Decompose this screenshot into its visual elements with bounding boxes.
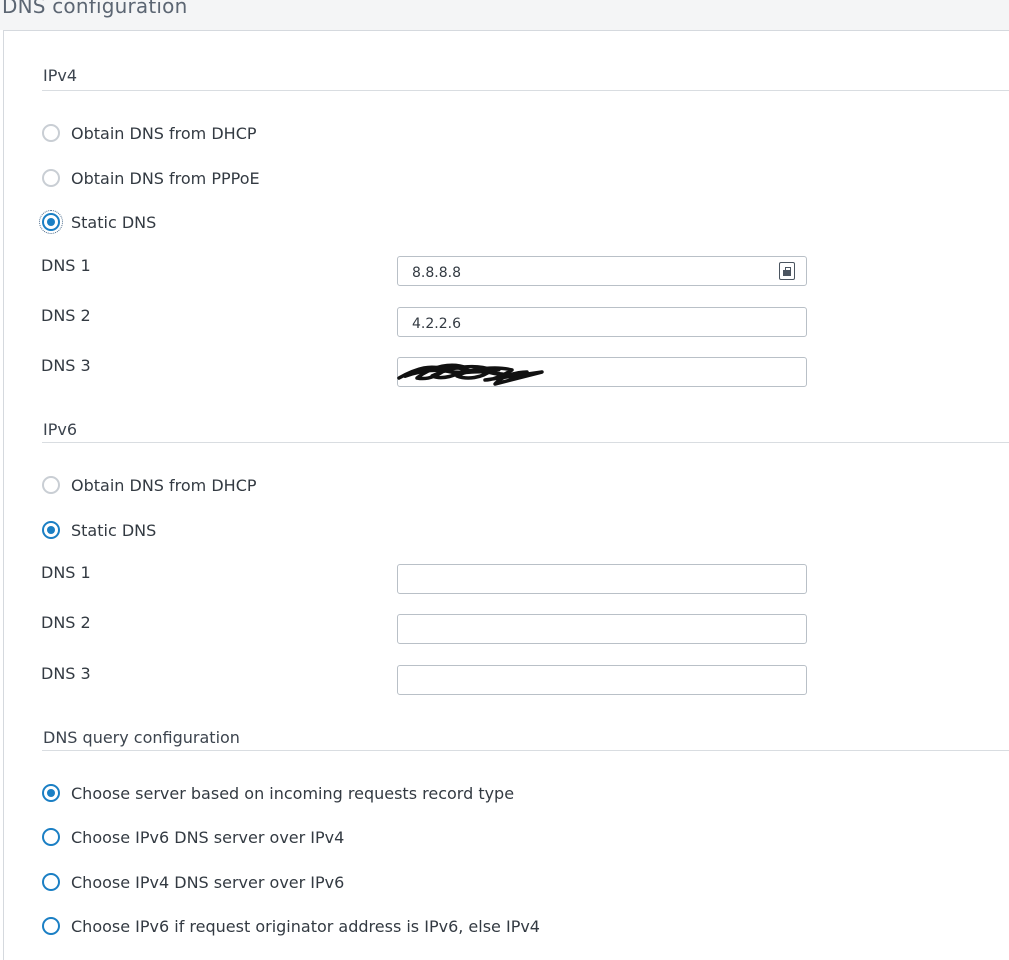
ipv6-dns2-label: DNS 2 — [41, 613, 91, 632]
ipv4-static-label: Static DNS — [71, 212, 157, 232]
page-title: DNS configuration — [2, 0, 188, 18]
title-bar: DNS configuration — [0, 0, 1009, 30]
ipv6-dns1-label: DNS 1 — [41, 563, 91, 582]
ipv4-option-static[interactable]: Static DNS — [39, 210, 157, 234]
query-originator-label: Choose IPv6 if request originator addres… — [71, 916, 540, 936]
ipv4-static-radio[interactable] — [39, 210, 63, 234]
query-ipv4-over-ipv6-radio[interactable] — [42, 873, 60, 891]
ipv4-dns1-input[interactable] — [397, 256, 807, 286]
ipv4-dns1-label: DNS 1 — [41, 256, 91, 275]
ipv4-dns3-input[interactable] — [397, 357, 807, 387]
ipv6-section-divider — [42, 442, 1009, 443]
query-ipv6-over-ipv4-label: Choose IPv6 DNS server over IPv4 — [71, 827, 345, 847]
ipv4-section-divider — [42, 90, 1009, 91]
ipv6-option-static[interactable]: Static DNS — [42, 519, 156, 541]
ipv4-dhcp-radio[interactable] — [42, 124, 60, 142]
ipv4-dns2-label: DNS 2 — [41, 306, 91, 325]
dns-query-section-title: DNS query configuration — [43, 728, 240, 747]
ipv4-pppoe-radio[interactable] — [42, 169, 60, 187]
query-option-ipv6-over-ipv4[interactable]: Choose IPv6 DNS server over IPv4 — [42, 826, 344, 848]
ipv4-option-dhcp[interactable]: Obtain DNS from DHCP — [42, 122, 257, 144]
ipv4-option-pppoe[interactable]: Obtain DNS from PPPoE — [42, 167, 260, 189]
ipv4-dhcp-label: Obtain DNS from DHCP — [71, 123, 257, 143]
query-option-ipv4-over-ipv6[interactable]: Choose IPv4 DNS server over IPv6 — [42, 871, 344, 893]
contact-card-icon[interactable] — [779, 262, 795, 280]
ipv6-section-title: IPv6 — [43, 420, 78, 439]
ipv6-dhcp-label: Obtain DNS from DHCP — [71, 475, 257, 495]
query-record-type-radio[interactable] — [42, 784, 60, 802]
ipv4-section-title: IPv4 — [43, 66, 78, 85]
ipv4-dns2-input[interactable] — [397, 307, 807, 337]
ipv6-dns2-input[interactable] — [397, 614, 807, 644]
dns-configuration-page: DNS configuration IPv4 Obtain DNS from D… — [0, 0, 1009, 960]
ipv6-dhcp-radio[interactable] — [42, 476, 60, 494]
dns-query-section-divider — [42, 750, 1009, 751]
ipv6-static-label: Static DNS — [71, 520, 157, 540]
ipv6-dns3-label: DNS 3 — [41, 664, 91, 683]
ipv4-dns3-label: DNS 3 — [41, 356, 91, 375]
query-originator-radio[interactable] — [42, 917, 60, 935]
query-ipv6-over-ipv4-radio[interactable] — [42, 828, 60, 846]
ipv6-dns1-input[interactable] — [397, 564, 807, 594]
query-ipv4-over-ipv6-label: Choose IPv4 DNS server over IPv6 — [71, 872, 345, 892]
ipv6-option-dhcp[interactable]: Obtain DNS from DHCP — [42, 474, 257, 496]
query-option-originator[interactable]: Choose IPv6 if request originator addres… — [42, 915, 540, 937]
ipv6-dns3-input[interactable] — [397, 665, 807, 695]
query-option-record-type[interactable]: Choose server based on incoming requests… — [42, 782, 514, 804]
ipv6-static-radio[interactable] — [42, 521, 60, 539]
query-record-type-label: Choose server based on incoming requests… — [71, 783, 515, 803]
ipv4-pppoe-label: Obtain DNS from PPPoE — [71, 168, 260, 188]
